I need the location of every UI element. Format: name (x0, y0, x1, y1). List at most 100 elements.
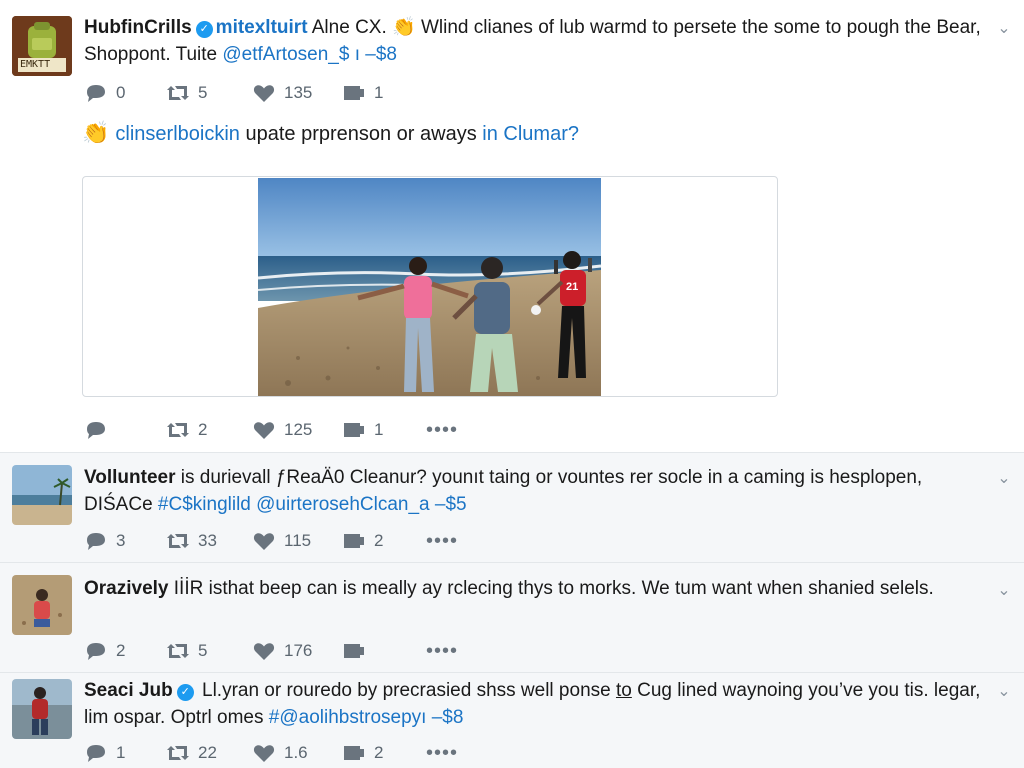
tweet: Seaci Jub ✓ Ll.yran or rouredo by precras… (0, 672, 1024, 768)
retweet-count: 2 (198, 420, 208, 439)
chevron-down-icon[interactable]: ⌄ (994, 580, 1014, 600)
more-options-icon[interactable]: •••• (426, 419, 458, 442)
quoted-line: 👏 clinserlboickin upate prprenson or away… (82, 120, 579, 146)
verified-badge-icon: ✓ (176, 684, 194, 701)
retweet-icon (166, 419, 190, 441)
message-icon (342, 530, 366, 552)
message-button[interactable]: 2 (342, 530, 426, 552)
like-button[interactable]: 176 (252, 640, 342, 662)
like-count: 115 (284, 531, 312, 550)
avatar[interactable] (12, 679, 72, 739)
message-count: 2 (374, 531, 384, 550)
tweet: Vollunteer is durievall ƒReаÄ0 Cleanur? … (0, 452, 1024, 562)
like-count: 125 (284, 420, 313, 439)
heart-icon (252, 530, 276, 552)
tweet-actions: 2 5 176 •••• (84, 639, 458, 663)
tweet-text: Seaci Jub ✓ Ll.yran or rouredo by precras… (84, 677, 984, 731)
tweet-text: HubfinCrills ✓ mitexltuirt Alne CX. 👏 Wlin… (84, 14, 984, 68)
retweet-button[interactable]: 33 (166, 530, 252, 552)
retweet-icon (166, 530, 190, 552)
heart-icon (252, 419, 276, 441)
reply-count: 3 (116, 531, 126, 550)
reply-button[interactable]: 3 (84, 530, 166, 552)
like-button[interactable]: 115 (252, 530, 342, 552)
message-button[interactable]: 1 (342, 419, 426, 441)
reply-icon (84, 530, 108, 552)
more-options-icon[interactable]: •••• (426, 640, 458, 663)
verified-badge-icon: ✓ (195, 21, 213, 38)
svg-text:21: 21 (566, 281, 578, 293)
retweet-button[interactable]: 5 (166, 640, 252, 662)
like-button[interactable]: 125 (252, 419, 342, 441)
tweet-actions: 1 22 1.6 2 •••• (84, 741, 458, 765)
beach-volunteer-icon (12, 575, 72, 635)
message-icon (342, 419, 366, 441)
tweet-actions: 3 33 115 2 •••• (84, 529, 458, 553)
like-button[interactable]: 1.6 (252, 742, 342, 764)
avatar-label: EMKTT (20, 59, 51, 70)
chevron-down-icon[interactable]: ⌄ (994, 468, 1014, 488)
more-options-icon[interactable]: •••• (426, 742, 458, 765)
message-button[interactable]: 1 (342, 82, 426, 104)
beach-cleanup-photo[interactable]: 21 (258, 178, 601, 396)
message-count: 2 (374, 743, 384, 762)
message-button[interactable]: 2 (342, 742, 426, 764)
author-name[interactable]: Orazively (84, 578, 169, 599)
like-count: 176 (284, 641, 313, 660)
retweet-count: 5 (198, 641, 208, 660)
retweet-icon (166, 742, 190, 764)
avatar[interactable] (12, 575, 72, 635)
retweet-icon (166, 640, 190, 662)
like-count: 135 (284, 83, 313, 102)
clapping-hands-icon: 👏 (392, 17, 416, 38)
reply-icon (84, 640, 108, 662)
tweet-actions: 2 125 1 •••• (84, 418, 458, 442)
author-name[interactable]: Vollunteer (84, 467, 176, 488)
shoreline-person-icon (12, 679, 72, 739)
hashtag-link[interactable]: in Clumar? (482, 123, 579, 145)
retweet-count: 33 (198, 531, 217, 550)
like-count: 1.6 (284, 743, 308, 762)
reply-button[interactable] (84, 419, 166, 441)
hashtag-link[interactable]: #C$kinglild @uirterosehClcan_a –$5 (158, 494, 467, 515)
message-icon (342, 82, 366, 104)
retweet-button[interactable]: 22 (166, 742, 252, 764)
reply-count: 1 (116, 743, 126, 762)
tweet-text-part: Alne CX. (307, 17, 387, 38)
reply-button[interactable]: 0 (84, 82, 166, 104)
retweet-button[interactable]: 5 (166, 82, 252, 104)
underlined-word: to (615, 680, 632, 701)
hashtag-link[interactable]: #@aolihbstrosepyı –$8 (269, 707, 464, 728)
retweet-button[interactable]: 2 (166, 419, 252, 441)
heart-icon (252, 742, 276, 764)
quoted-text: upate prprenson or aways (239, 123, 483, 145)
chevron-down-icon[interactable]: ⌄ (994, 681, 1014, 701)
tweet-text-part: Ll.yran or rouredo by precrasied shss we… (196, 680, 616, 701)
retweet-count: 5 (198, 83, 208, 102)
reply-count: 0 (116, 83, 126, 102)
avatar[interactable] (12, 465, 72, 525)
reply-icon (84, 82, 108, 104)
tweet-text: Orazively IİİR isthat beep can is meally… (84, 575, 984, 602)
more-options-icon[interactable]: •••• (426, 530, 458, 553)
mention-link[interactable]: mitexltuirt (216, 17, 308, 38)
tweet: Orazively IİİR isthat beep can is meally… (0, 562, 1024, 672)
reply-button[interactable]: 2 (84, 640, 166, 662)
tweet: EMKTT HubfinCrills ✓ mitexltuirt Alne CX. … (0, 0, 1024, 452)
author-name[interactable]: HubfinCrills (84, 17, 192, 38)
mention-link[interactable]: clinserlboickin (115, 123, 240, 145)
reply-button[interactable]: 1 (84, 742, 166, 764)
retweet-icon (166, 82, 190, 104)
heart-icon (252, 82, 276, 104)
beach-scene-icon (12, 465, 72, 525)
message-count: 1 (374, 420, 384, 439)
author-name[interactable]: Seaci Jub (84, 680, 173, 701)
chevron-down-icon[interactable]: ⌄ (994, 18, 1014, 38)
tweet-text: Vollunteer is durievall ƒReаÄ0 Cleanur? … (84, 464, 984, 518)
avatar[interactable]: EMKTT (12, 16, 72, 76)
tweet-text-part: IİİR isthat beep can is meally ay rcleci… (168, 578, 934, 599)
message-button[interactable] (342, 640, 426, 662)
like-button[interactable]: 135 (252, 82, 342, 104)
reply-icon (84, 742, 108, 764)
hashtag-link[interactable]: @etfArtosen_$ ı –$8 (222, 44, 397, 65)
